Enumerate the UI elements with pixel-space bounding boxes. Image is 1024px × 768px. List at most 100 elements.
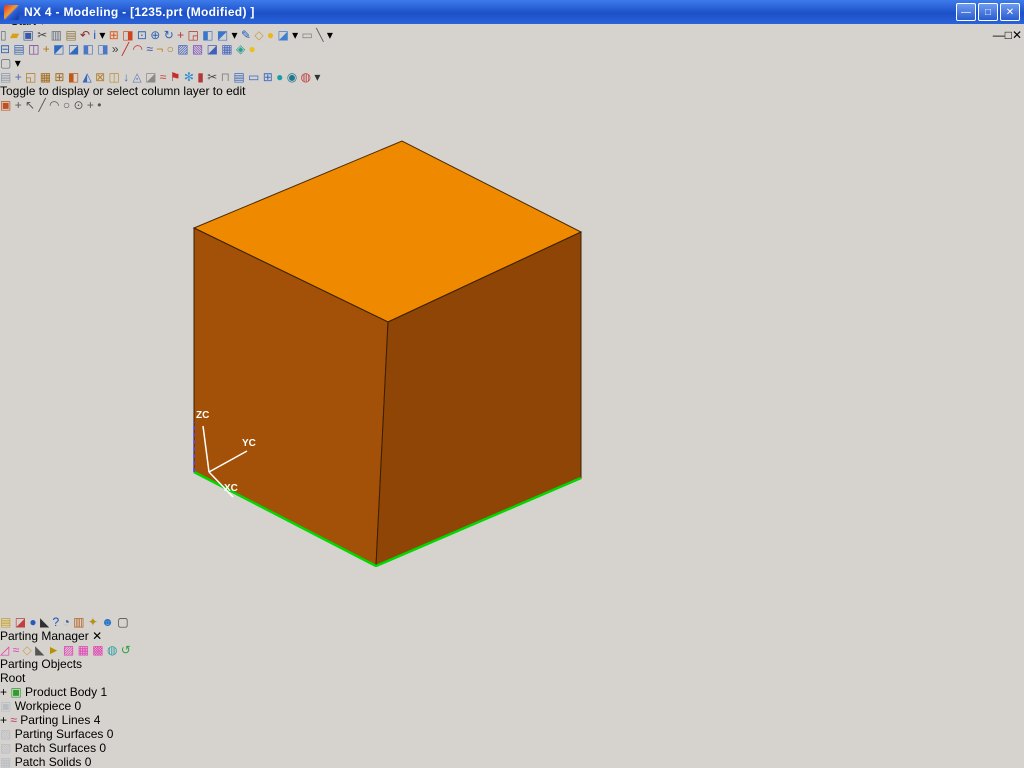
copy-icon[interactable]: ▥ (51, 28, 66, 42)
zoom-icon[interactable]: ⊕ (150, 28, 163, 42)
isometric-view-icon[interactable]: ◪ (68, 42, 83, 56)
expand-toggle-icon[interactable]: + (0, 713, 7, 727)
open-icon[interactable]: ▰ (10, 28, 23, 42)
mold-cooling-icon[interactable]: ✻ (184, 70, 197, 84)
new-part-icon[interactable]: ▯ (0, 28, 10, 42)
mold-drawing-icon[interactable]: ▭ (248, 70, 263, 84)
tree-item[interactable]: + ≈ Parting Lines 4 (0, 713, 1024, 727)
history-clock-icon[interactable]: ◔ (63, 615, 74, 629)
bill-of-material-icon[interactable]: ▤ (233, 70, 248, 84)
paste-icon[interactable]: ▤ (65, 28, 80, 42)
help-icon[interactable]: ? (53, 615, 63, 629)
perspective-icon[interactable]: ◲ (187, 28, 202, 42)
rotate-view-icon[interactable]: ↻ (164, 28, 177, 42)
sphere-icon[interactable]: ● (267, 28, 278, 42)
tree-item[interactable]: ▧ Patch Surfaces 0 (0, 741, 1024, 755)
regions-icon[interactable]: ◨ (122, 28, 137, 42)
standard-parts-icon[interactable]: ◫ (109, 70, 124, 84)
transfer-surface-tool[interactable]: ► (48, 643, 63, 657)
undo-icon[interactable]: ↶ (80, 28, 93, 42)
layer-settings-icon[interactable]: ▤ (13, 42, 28, 56)
dialog-title-bar[interactable]: Parting Manager ✕ (0, 629, 1024, 643)
more-tools-icon[interactable]: ▾ (314, 70, 320, 84)
pocket-icon[interactable]: ⊓ (221, 70, 234, 84)
display-grid-icon[interactable]: ⊞ (109, 28, 122, 42)
mdi-close-button[interactable]: ✕ (1012, 28, 1022, 42)
through-curves-icon[interactable]: ▧ (192, 42, 207, 56)
display-mode-icon[interactable]: ◩ ▾ (217, 28, 241, 42)
information-icon[interactable]: i ▾ (93, 28, 108, 42)
workpiece-icon[interactable]: ▦ (40, 70, 55, 84)
front-view-icon[interactable]: ◧ (83, 42, 98, 56)
tree-item[interactable]: ▣ Workpiece 0 (0, 699, 1024, 713)
minimize-button[interactable]: — (956, 3, 976, 21)
palettes-icon[interactable]: ✦ (88, 615, 101, 629)
visibility-eye-icon[interactable]: ◉ (287, 70, 301, 84)
work-plane-icon[interactable]: ◫ (28, 42, 43, 56)
spline-tool-icon[interactable]: ≈ (146, 42, 156, 56)
save-icon[interactable]: ▣ (23, 28, 38, 42)
mold-tools-icon[interactable]: ⊠ (95, 70, 108, 84)
pan-view-icon[interactable]: + (177, 28, 187, 42)
parting-manager-icon[interactable]: ◭ (83, 70, 96, 84)
n-sided-surface-icon[interactable]: ◈ (236, 42, 249, 56)
runner-icon[interactable]: ≈ (160, 70, 170, 84)
sub-insert-icon[interactable]: ◪ (145, 70, 160, 84)
maximize-button[interactable]: □ (978, 3, 998, 21)
core-cavity-icon[interactable]: ◧ (68, 70, 83, 84)
line-tool-icon[interactable]: ╱ (122, 42, 133, 56)
swept-surface-icon[interactable]: ◪ (207, 42, 222, 56)
cavity-layout-icon[interactable]: ⊞ (54, 70, 67, 84)
slider-lifter-icon[interactable]: ◬ (133, 70, 146, 84)
line-icon[interactable]: ╱ (38, 98, 49, 112)
part-cylinder-icon[interactable]: ◍ (301, 70, 315, 84)
close-button[interactable]: ✕ (1000, 3, 1020, 21)
ejector-pin-icon[interactable]: ↓ (123, 70, 132, 84)
roles-icon[interactable]: ◣ (40, 615, 53, 629)
tree-item[interactable]: + ▣ Product Body 1 (0, 685, 1024, 699)
ellipse-tool-icon[interactable]: ○ (167, 42, 178, 56)
object-display-icon[interactable]: ▢ ▾ (0, 56, 21, 70)
update-parting-tool[interactable]: ↺ (121, 643, 131, 657)
cut-icon[interactable]: ✂ (37, 28, 50, 42)
arc-tool-icon[interactable]: ◠ (133, 42, 147, 56)
selection-filter-icon[interactable]: ▣ (0, 98, 15, 112)
point-icon[interactable]: ⊙ (73, 98, 86, 112)
edit-parting-tool[interactable]: ▦ (78, 643, 93, 657)
mdi-minimize-button[interactable]: — (993, 28, 1005, 42)
shrinkage-icon[interactable]: ◱ (25, 70, 40, 84)
plus-icon[interactable]: + (87, 98, 97, 112)
tree-item[interactable]: ▦ Patch Solids 0 (0, 755, 1024, 768)
crosshair-icon[interactable]: + (15, 98, 25, 112)
sphere-surface-icon[interactable]: ● (249, 42, 256, 56)
gate-icon[interactable]: ⚑ (170, 70, 184, 84)
parting-segments-tool[interactable]: ≈ (13, 643, 23, 657)
view-manager-icon[interactable]: ● (276, 70, 287, 84)
graphics-viewport[interactable]: ZC YC XC (0, 112, 1024, 615)
view-layout-icon[interactable]: ⊟ (0, 42, 13, 56)
select-arrow-icon[interactable]: ↖ (25, 98, 38, 112)
tree-item[interactable]: ▨ Parting Surfaces 0 (0, 727, 1024, 741)
tree-item[interactable]: Root (0, 671, 1024, 685)
edge-style-icon[interactable]: ╲ ▾ (316, 28, 333, 42)
patch-surface-tool[interactable]: ◣ (35, 643, 48, 657)
fit-view-icon[interactable]: ⊡ (137, 28, 150, 42)
datum-plane-icon[interactable]: ◇ (254, 28, 267, 42)
part-navigator-icon[interactable]: ◪ (15, 615, 30, 629)
sketch-icon[interactable]: ✎ (241, 28, 254, 42)
expand-toggle-icon[interactable]: + (0, 685, 7, 699)
web-browser-icon[interactable]: ● (29, 615, 40, 629)
parting-lines-tool[interactable]: ◿ (0, 643, 13, 657)
extract-regions-tool[interactable]: ◇ (23, 643, 36, 657)
measure-icon[interactable]: ▭ (302, 28, 317, 42)
ruled-surface-icon[interactable]: ▨ (177, 42, 192, 56)
notes-icon[interactable]: ▥ (73, 615, 88, 629)
trimetric-view-icon[interactable]: ◩ (53, 42, 68, 56)
electrode-icon[interactable]: ▮ (197, 70, 207, 84)
system-display-icon[interactable]: ▢ (117, 615, 128, 629)
surface-patch-tool[interactable]: ▩ (92, 643, 107, 657)
sphere-check-tool[interactable]: ◍ (107, 643, 121, 657)
dialog-close-icon[interactable]: ✕ (92, 629, 102, 643)
shaded-view-icon[interactable]: ◧ (202, 28, 217, 42)
trim-mold-icon[interactable]: ✂ (207, 70, 220, 84)
